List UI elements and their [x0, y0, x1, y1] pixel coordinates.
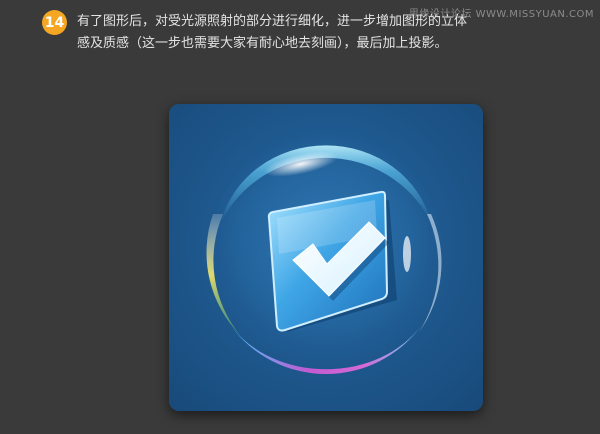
step-number-badge: 14: [42, 10, 67, 35]
step-description: 有了图形后，对受光源照射的部分进行细化，进一步增加图形的立体感及质感（这一步也需…: [77, 14, 468, 51]
app-icon-tile: [169, 104, 483, 411]
checkmark-in-bubble-icon: [206, 136, 444, 375]
